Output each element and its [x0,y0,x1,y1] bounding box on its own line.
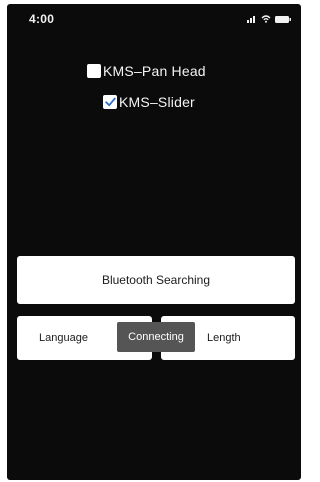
signal-icon [247,15,257,23]
wifi-icon [261,15,271,23]
connecting-toast-text: Connecting [128,331,184,343]
connecting-toast: Connecting [117,322,195,352]
checkmark-icon [104,97,116,107]
battery-icon [275,15,291,23]
device-option-pan-head[interactable]: KMS–Pan Head [87,63,206,79]
device-option-slider[interactable]: KMS–Slider [103,94,195,110]
bluetooth-search-button[interactable]: Bluetooth Searching [17,256,295,304]
slider-label: KMS–Slider [119,94,195,110]
status-bar: 4:00 [7,4,301,34]
slider-checkbox[interactable] [103,95,117,109]
status-icons [247,14,291,24]
pan-head-checkbox[interactable] [87,64,101,78]
length-label: Length [207,332,241,344]
language-label: Language [39,332,88,344]
bluetooth-search-label: Bluetooth Searching [101,273,211,287]
status-time: 4:00 [29,12,55,26]
app-screen: 4:00 KMS–Pan Head KMS–Slider Bluetooth S… [7,4,301,480]
pan-head-label: KMS–Pan Head [103,63,206,79]
